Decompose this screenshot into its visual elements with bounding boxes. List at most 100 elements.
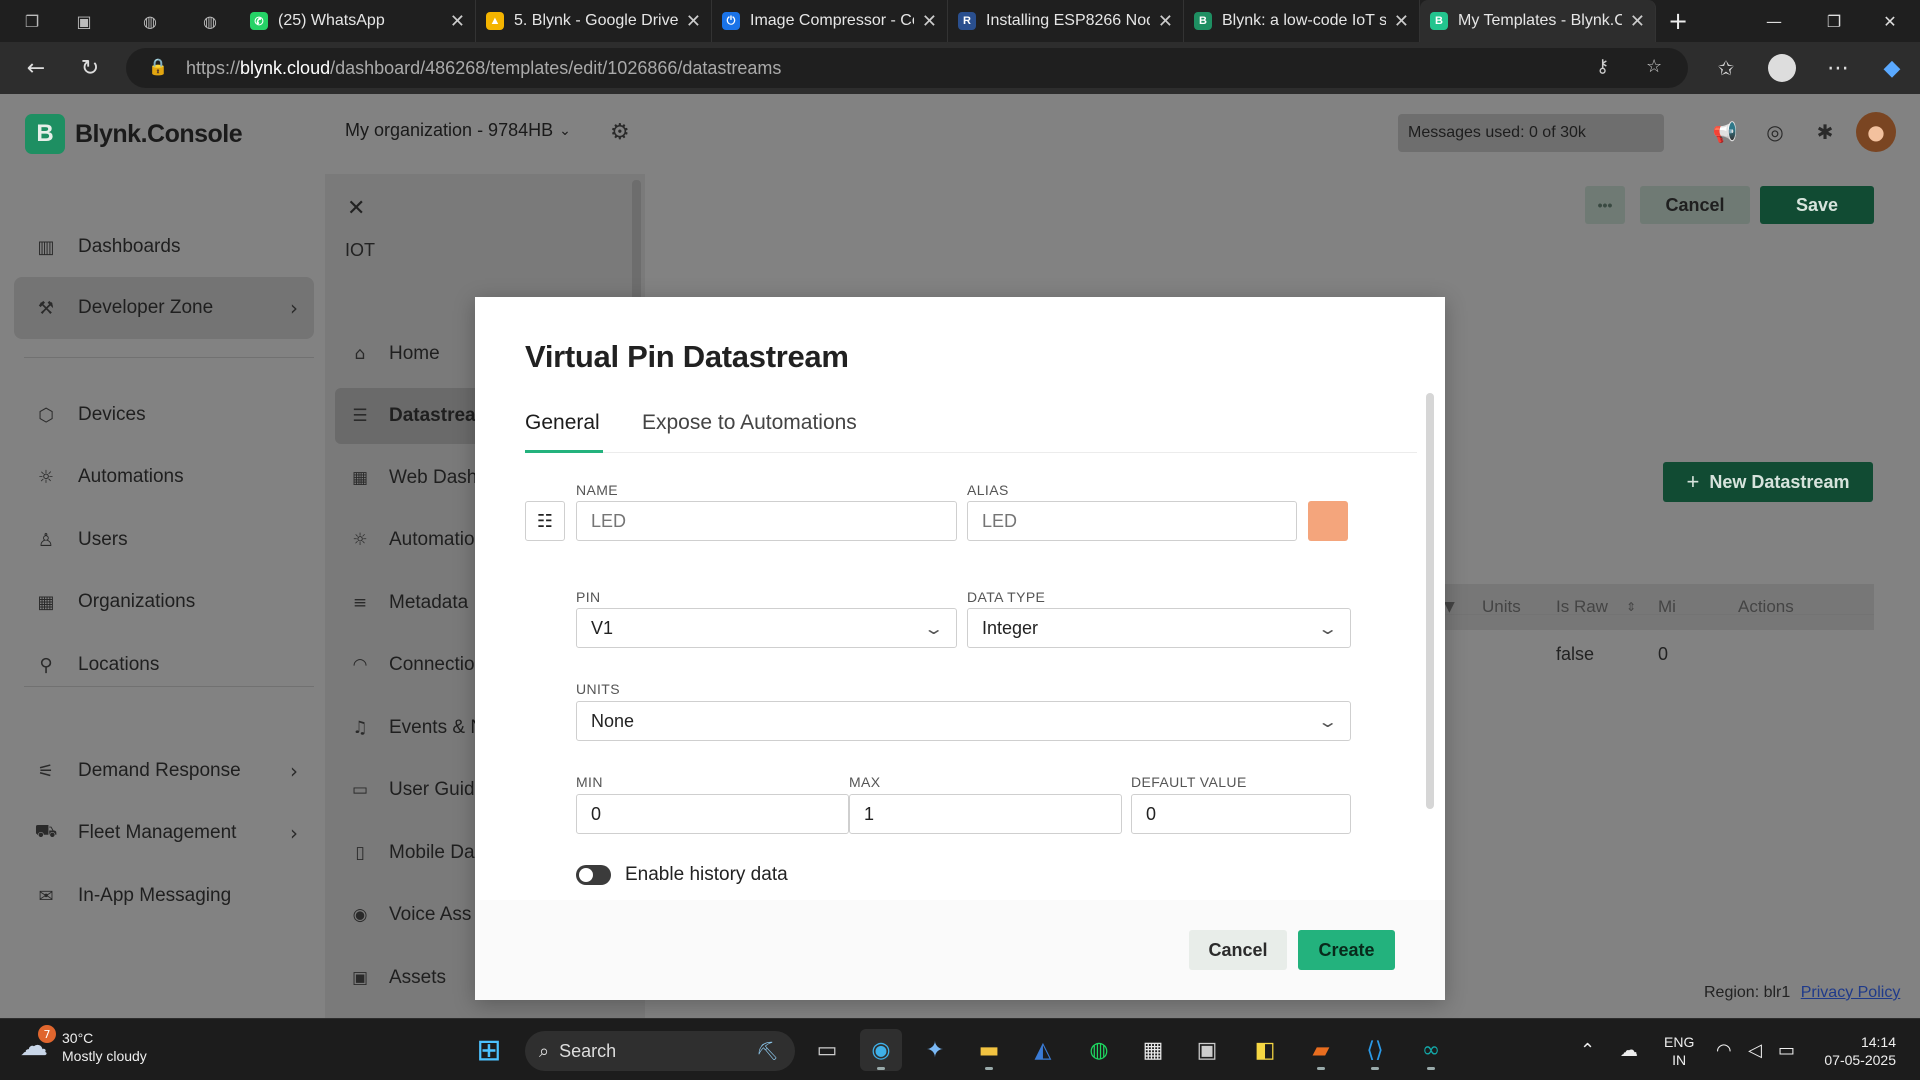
privacy-policy-link[interactable]: Privacy Policy	[1801, 984, 1901, 1001]
sidebar-item-users[interactable]: ♙ Users	[14, 509, 314, 571]
color-picker-swatch[interactable]	[1308, 501, 1348, 541]
browser-tab-active[interactable]: B My Templates - Blynk.C ✕	[1420, 0, 1656, 42]
sort-icon[interactable]: ▼	[1444, 599, 1455, 615]
terminal-icon[interactable]: ▣	[1186, 1029, 1228, 1071]
file-explorer-icon[interactable]: ▬	[968, 1029, 1010, 1071]
close-tab-icon[interactable]: ✕	[450, 11, 465, 32]
datastream-type-icon[interactable]: ☷	[525, 501, 565, 541]
spotify-icon[interactable]: ◍	[1078, 1029, 1120, 1071]
close-tab-icon[interactable]: ✕	[1158, 11, 1173, 32]
browser-tab[interactable]: B Blynk: a low-code IoT so ✕	[1184, 0, 1420, 42]
password-key-icon[interactable]: ⚷	[1596, 56, 1609, 77]
sidebar-item-organizations[interactable]: ▦ Organizations	[14, 571, 314, 633]
pin-select[interactable]: V1 ⌄	[576, 608, 957, 648]
bug-report-icon[interactable]: ✱	[1812, 120, 1838, 146]
more-menu-icon[interactable]: ⋯	[1818, 48, 1858, 88]
back-icon[interactable]: ←	[16, 48, 56, 88]
edge-browser-icon[interactable]: ◉	[860, 1029, 902, 1071]
template-save-button[interactable]: Save	[1760, 186, 1874, 224]
vertical-tabs-icon[interactable]: ▣	[70, 7, 98, 35]
sidebar-item-developer-zone[interactable]: ⚒ Developer Zone ›	[14, 277, 314, 339]
sidebar-item-in-app-messaging[interactable]: ✉ In-App Messaging	[14, 865, 314, 927]
url-field[interactable]: 🔒 https://blynk.cloud/dashboard/486268/t…	[126, 48, 1688, 88]
favorite-star-icon[interactable]: ☆	[1646, 56, 1662, 77]
language-indicator[interactable]: ENG IN	[1664, 1033, 1694, 1069]
arduino-icon[interactable]: ∞	[1410, 1029, 1452, 1071]
vscode-icon[interactable]: ⟨⟩	[1354, 1029, 1396, 1071]
browser-tab[interactable]: ▲ 5. Blynk - Google Drive ✕	[476, 0, 712, 42]
sidebar-item-label: Users	[78, 529, 128, 550]
alias-input[interactable]	[967, 501, 1297, 541]
sidebar-item-automations[interactable]: ☼ Automations	[14, 446, 314, 508]
restore-icon[interactable]: ❐	[1804, 0, 1864, 42]
clock[interactable]: 14:14 07-05-2025	[1812, 1033, 1896, 1069]
sort-icon[interactable]: ⇕	[1626, 600, 1636, 614]
help-icon[interactable]: ◎	[1762, 120, 1788, 146]
sidebar-item-dashboards[interactable]: ▥ Dashboards	[14, 216, 314, 278]
battery-icon[interactable]: ▭	[1778, 1019, 1795, 1080]
workspaces-icon[interactable]: ❐	[18, 7, 46, 35]
dialog-scrollbar[interactable]	[1426, 393, 1434, 809]
globe-tab-icon-2[interactable]: ◍	[196, 7, 224, 35]
blynk-logo[interactable]: B Blynk.Console	[25, 114, 243, 154]
onedrive-icon[interactable]: ☁	[1620, 1019, 1638, 1080]
wifi-icon[interactable]: ◠	[1716, 1019, 1732, 1080]
chevron-right-icon: ›	[290, 821, 298, 845]
browser-tab[interactable]: ⏻ Image Compressor - Co ✕	[712, 0, 948, 42]
close-tab-icon[interactable]: ✕	[686, 11, 701, 32]
copilot-app-icon[interactable]: ✦	[914, 1029, 956, 1071]
close-window-icon[interactable]: ✕	[1860, 0, 1920, 42]
new-tab-icon[interactable]: +	[1664, 7, 1692, 35]
close-icon[interactable]: ✕	[347, 196, 365, 221]
max-input[interactable]: 1	[849, 794, 1122, 834]
footer-region: Region: blr1 Privacy Policy	[1704, 984, 1900, 1002]
sidebar-item-demand-response[interactable]: ⚟ Demand Response ›	[14, 740, 314, 802]
name-label: NAME	[576, 482, 619, 498]
more-options-button[interactable]: •••	[1585, 186, 1625, 224]
globe-tab-icon[interactable]: ◍	[136, 7, 164, 35]
virtual-pin-datastream-dialog: Virtual Pin Datastream General Expose to…	[475, 297, 1445, 1000]
refresh-icon[interactable]: ↻	[70, 48, 110, 88]
data-type-select[interactable]: Integer ⌄	[967, 608, 1351, 648]
announcements-icon[interactable]: 📢	[1712, 120, 1738, 146]
sticky-notes-icon[interactable]: ◧	[1244, 1029, 1286, 1071]
template-cancel-button[interactable]: Cancel	[1640, 186, 1750, 224]
org-selector[interactable]: My organization - 9784HB ⌄	[345, 120, 571, 141]
gear-icon[interactable]: ⚙	[610, 120, 634, 145]
store-icon[interactable]: ▦	[1132, 1029, 1174, 1071]
favorites-icon[interactable]: ✩	[1706, 48, 1746, 88]
tab-general[interactable]: General	[525, 405, 603, 453]
app-icon-m[interactable]: ◭	[1022, 1029, 1064, 1071]
create-button[interactable]: Create	[1298, 930, 1395, 970]
sidebar-item-fleet-management[interactable]: ⛟ Fleet Management ›	[14, 802, 314, 864]
cancel-button[interactable]: Cancel	[1189, 930, 1287, 970]
browser-tab[interactable]: R Installing ESP8266 Node ✕	[948, 0, 1184, 42]
chevron-right-icon: ›	[290, 296, 298, 320]
avatar[interactable]: ●	[1856, 112, 1896, 152]
close-tab-icon[interactable]: ✕	[1630, 11, 1645, 32]
minimize-icon[interactable]: —	[1744, 0, 1804, 42]
show-hidden-icons[interactable]: ⌃	[1580, 1019, 1595, 1080]
copilot-icon[interactable]: ◆	[1872, 48, 1912, 88]
sidebar-item-label: Locations	[78, 654, 160, 675]
profile-icon[interactable]	[1762, 48, 1802, 88]
new-datastream-button[interactable]: + New Datastream	[1663, 462, 1873, 502]
default-value-input[interactable]: 0	[1131, 794, 1351, 834]
start-windows-icon[interactable]: ⊞	[468, 1029, 510, 1071]
name-input[interactable]	[576, 501, 957, 541]
tab-expose-to-automations[interactable]: Expose to Automations	[642, 405, 857, 453]
units-select[interactable]: None ⌄	[576, 701, 1351, 741]
metadata-icon: ≡	[352, 593, 368, 613]
history-data-toggle[interactable]	[576, 865, 611, 885]
close-tab-icon[interactable]: ✕	[922, 11, 937, 32]
min-input[interactable]: 0	[576, 794, 849, 834]
weather-widget[interactable]: ☁ 7 30°C Mostly cloudy	[20, 1025, 147, 1065]
fritzing-icon[interactable]: ▰	[1300, 1029, 1342, 1071]
task-view-icon[interactable]: ▭	[806, 1029, 848, 1071]
volume-icon[interactable]: ◁	[1748, 1019, 1762, 1080]
demand-response-icon: ⚟	[37, 760, 55, 782]
close-tab-icon[interactable]: ✕	[1394, 11, 1409, 32]
taskbar-search[interactable]: ⌕ Search ⛏	[525, 1031, 795, 1071]
sidebar-item-devices[interactable]: ⬡ Devices	[14, 384, 314, 446]
browser-tab[interactable]: ✆ (25) WhatsApp ✕	[240, 0, 476, 42]
